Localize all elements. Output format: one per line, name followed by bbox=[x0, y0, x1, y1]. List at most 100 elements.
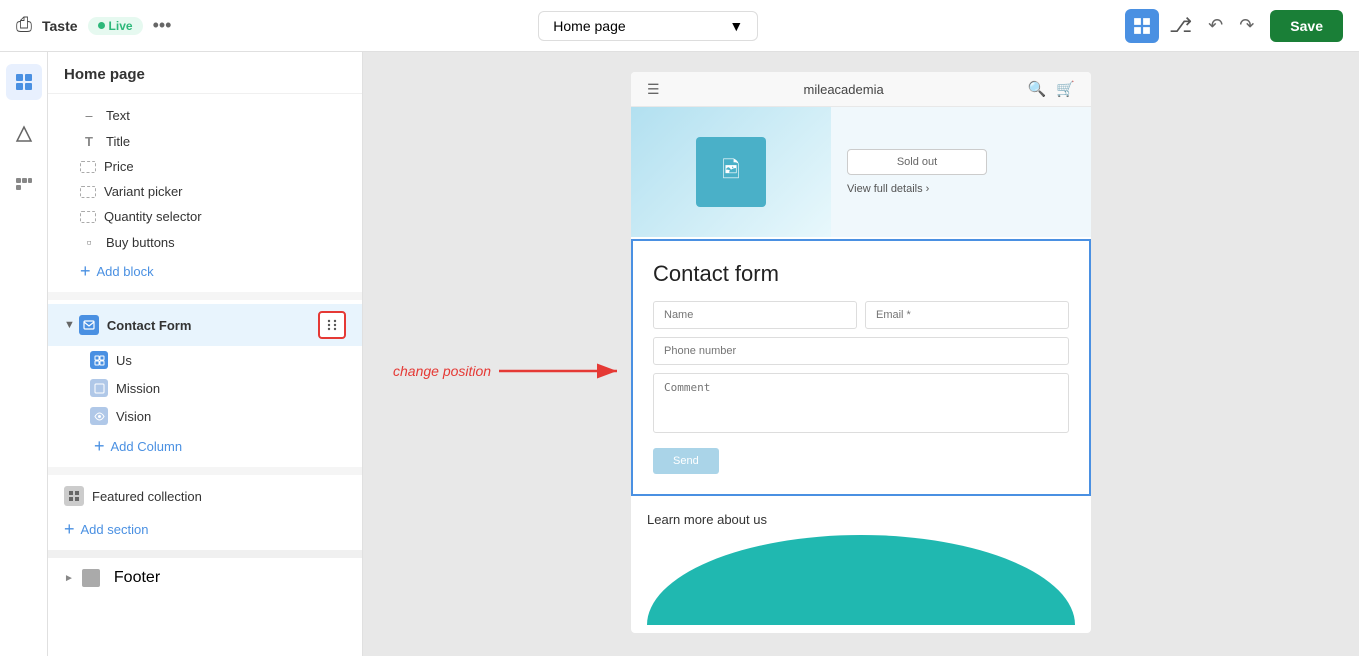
footer-row[interactable]: ► Footer bbox=[48, 562, 362, 594]
live-badge: Live bbox=[88, 17, 143, 35]
preview-frame: ☰ mileacademia 🔍 🛒 🖻 Sold out View full … bbox=[631, 72, 1091, 633]
name-input[interactable] bbox=[653, 301, 857, 329]
tree-item-price[interactable]: Price bbox=[48, 154, 362, 179]
title-icon: T bbox=[80, 134, 98, 149]
add-block-label: Add block bbox=[97, 264, 154, 279]
view-full-details-link[interactable]: View full details › bbox=[847, 183, 1075, 195]
page-selector[interactable]: Home page ▼ bbox=[538, 11, 758, 41]
save-button[interactable]: Save bbox=[1270, 10, 1343, 42]
live-dot bbox=[98, 22, 105, 29]
featured-collection-icon bbox=[64, 486, 84, 506]
add-block-button[interactable]: + Add block bbox=[48, 255, 362, 288]
section-divider-2 bbox=[48, 467, 362, 475]
submit-button[interactable]: Send bbox=[653, 448, 719, 474]
tree-item-text[interactable]: ⎯ Text bbox=[48, 102, 362, 129]
mission-icon-svg bbox=[94, 383, 105, 394]
undo-redo-group: ↶ ↷ bbox=[1202, 11, 1260, 40]
sidebar-icon-sections[interactable] bbox=[6, 64, 42, 100]
add-column-plus-icon: + bbox=[94, 436, 105, 457]
back-icon[interactable]: ⎙ bbox=[16, 14, 32, 37]
sub-item-mission[interactable]: Mission bbox=[48, 374, 362, 402]
panel-header: Home page bbox=[48, 52, 362, 94]
apps-icon bbox=[15, 177, 33, 195]
quantity-selector-icon bbox=[80, 211, 96, 223]
contact-form-section-icon bbox=[79, 315, 99, 335]
us-label: Us bbox=[116, 353, 132, 368]
text-line-icon: ⎯ bbox=[80, 107, 98, 124]
footer-icon bbox=[82, 569, 100, 587]
contact-form-section: Contact form Send bbox=[631, 239, 1091, 496]
site-name: Taste bbox=[42, 18, 78, 34]
product-info: Sold out View full details › bbox=[831, 107, 1091, 237]
add-section-plus-icon: + bbox=[64, 519, 75, 540]
add-column-button[interactable]: + Add Column bbox=[48, 430, 362, 463]
tree-item-quantity-selector[interactable]: Quantity selector bbox=[48, 204, 362, 229]
drag-handle-icon bbox=[325, 318, 339, 332]
monitor-icon[interactable]: ⎇ bbox=[1169, 13, 1192, 38]
sub-item-vision[interactable]: Vision bbox=[48, 402, 362, 430]
featured-collection-label: Featured collection bbox=[92, 489, 202, 504]
undo-button[interactable]: ↶ bbox=[1202, 11, 1229, 40]
panel-title: Home page bbox=[64, 66, 145, 83]
contact-form-title: Contact form bbox=[653, 261, 1069, 287]
add-section-label: Add section bbox=[81, 522, 149, 537]
annotation-arrow bbox=[499, 357, 629, 385]
footer-divider bbox=[48, 550, 362, 558]
chevron-down-icon: ▼ bbox=[729, 18, 743, 34]
grid-view-button[interactable] bbox=[1125, 9, 1159, 43]
mission-icon bbox=[90, 379, 108, 397]
footer-expand-icon: ► bbox=[64, 573, 74, 584]
tree-item-buy-buttons[interactable]: ▫ Buy buttons bbox=[48, 229, 362, 255]
topbar-center: Home page ▼ bbox=[183, 11, 1113, 41]
tree-item-variant-picker[interactable]: Variant picker bbox=[48, 179, 362, 204]
sidebar-icon-apps[interactable] bbox=[6, 168, 42, 204]
section-divider bbox=[48, 292, 362, 300]
tree-item-title[interactable]: T Title bbox=[48, 129, 362, 154]
redo-button[interactable]: ↷ bbox=[1233, 11, 1260, 40]
grid-icon bbox=[1133, 17, 1151, 35]
sidebar-icon-design[interactable] bbox=[6, 116, 42, 152]
sold-out-button[interactable]: Sold out bbox=[847, 149, 987, 175]
email-input[interactable] bbox=[865, 301, 1069, 329]
more-button[interactable]: ••• bbox=[153, 15, 172, 36]
design-icon bbox=[15, 125, 33, 143]
add-column-label: Add Column bbox=[111, 439, 183, 454]
add-section-button[interactable]: + Add section bbox=[48, 513, 362, 546]
preview-site-title: mileacademia bbox=[803, 82, 883, 97]
plus-icon: + bbox=[80, 261, 91, 282]
comment-textarea[interactable] bbox=[653, 373, 1069, 433]
panel-body: ⎯ Text T Title Price Variant picker Quan… bbox=[48, 94, 362, 656]
featured-collection-row[interactable]: Featured collection bbox=[48, 479, 362, 513]
cart-icon: 🛒 bbox=[1056, 80, 1075, 98]
annotation: change position bbox=[393, 357, 629, 385]
variant-picker-icon bbox=[80, 186, 96, 198]
product-icon: 🖻 bbox=[722, 153, 740, 191]
annotation-text: change position bbox=[393, 363, 491, 379]
nav-icons: 🔍 🛒 bbox=[1028, 80, 1075, 98]
arrow-svg bbox=[499, 357, 629, 385]
page-selector-value: Home page bbox=[553, 18, 625, 34]
phone-input[interactable] bbox=[653, 337, 1069, 365]
us-icon bbox=[90, 351, 108, 369]
contact-form-row[interactable]: ▼ Contact Form bbox=[48, 304, 362, 346]
us-icon-svg bbox=[94, 355, 105, 366]
topbar-right: ⎇ ↶ ↷ Save bbox=[1125, 9, 1343, 43]
left-panel: Home page ⎯ Text T Title Price Variant p… bbox=[48, 52, 363, 656]
collection-icon bbox=[68, 490, 80, 502]
product-img-inner: 🖻 bbox=[696, 137, 766, 207]
search-icon: 🔍 bbox=[1028, 80, 1047, 98]
main-layout: Home page ⎯ Text T Title Price Variant p… bbox=[0, 52, 1359, 656]
drag-handle-button[interactable] bbox=[318, 311, 346, 339]
price-icon bbox=[80, 161, 96, 173]
mini-nav: ☰ mileacademia 🔍 🛒 bbox=[631, 72, 1091, 107]
sub-item-us[interactable]: Us bbox=[48, 346, 362, 374]
canvas-area: change position ☰ mileacademia bbox=[363, 52, 1359, 656]
product-image: 🖻 bbox=[631, 107, 831, 237]
footer-label: Footer bbox=[114, 569, 160, 587]
form-row-phone bbox=[653, 337, 1069, 365]
buy-buttons-icon: ▫ bbox=[80, 234, 98, 250]
vision-icon-svg bbox=[94, 411, 105, 422]
learn-more-section: Learn more about us bbox=[631, 498, 1091, 633]
vision-label: Vision bbox=[116, 409, 151, 424]
sections-icon bbox=[15, 73, 33, 91]
